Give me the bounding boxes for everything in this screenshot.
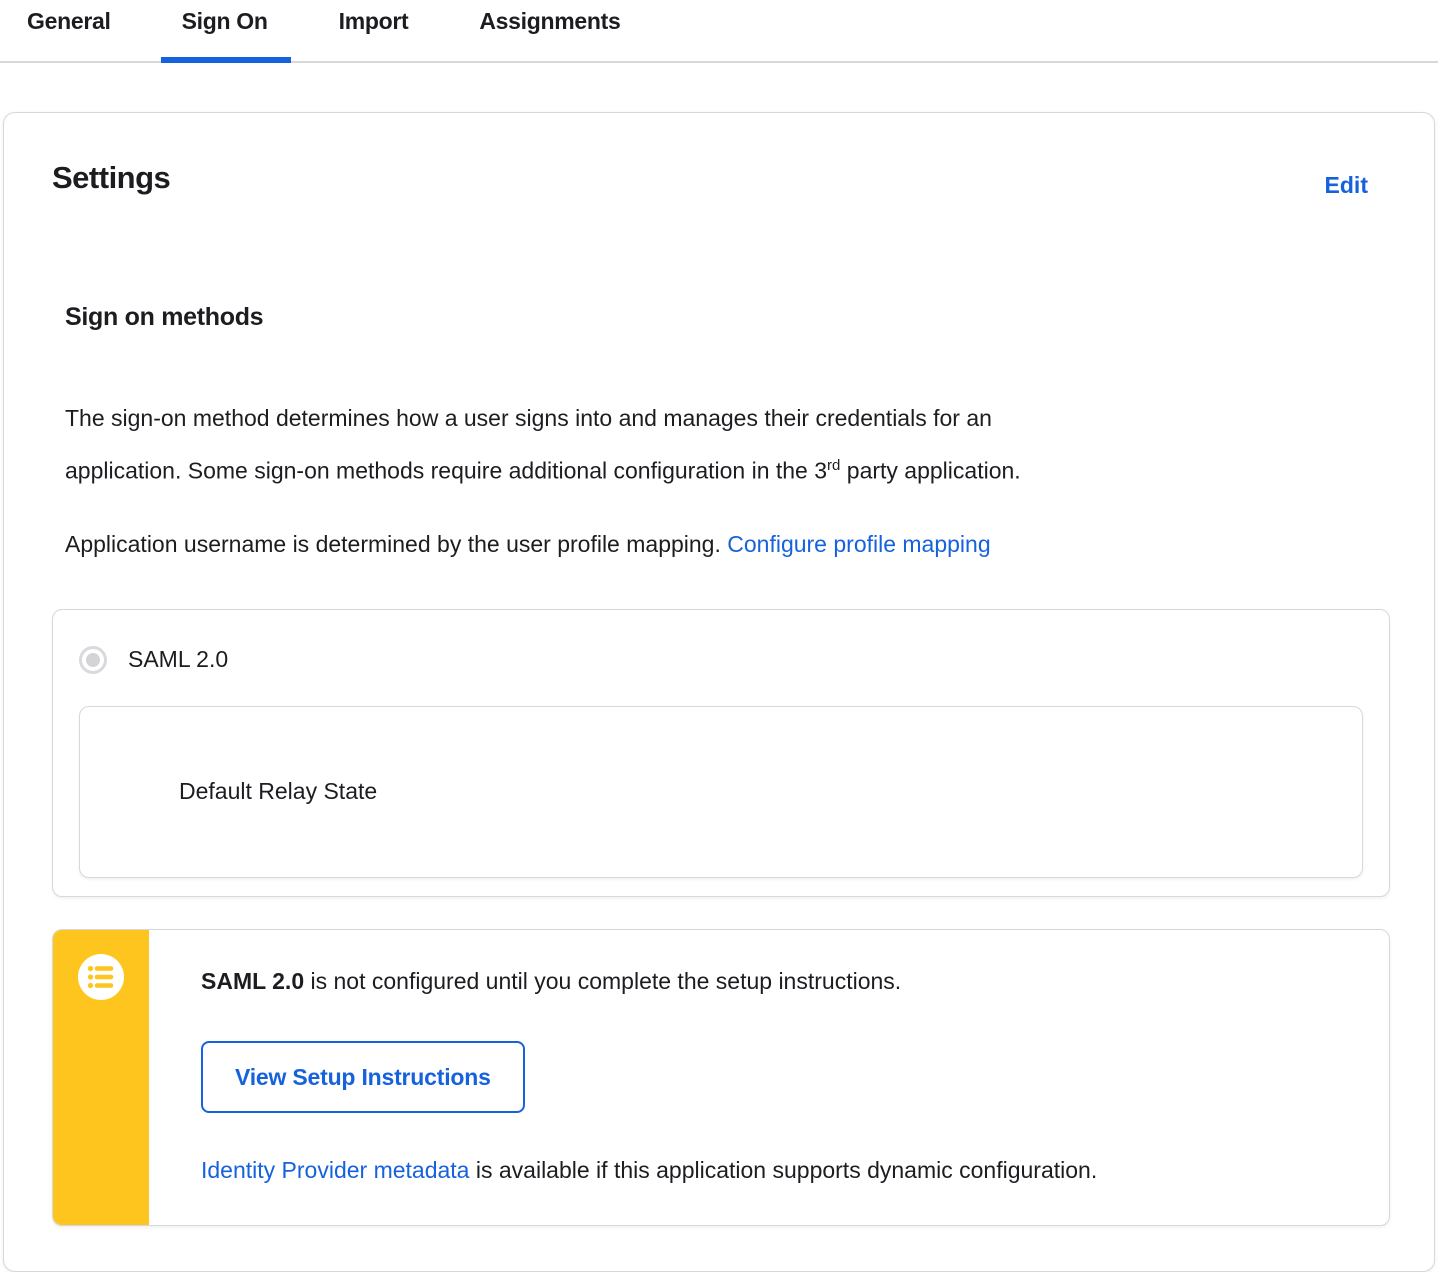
list-icon xyxy=(78,953,124,1000)
callout-message: SAML 2.0 is not configured until you com… xyxy=(201,966,1349,996)
tab-import[interactable]: Import xyxy=(339,0,409,61)
saml-setup-callout: SAML 2.0 is not configured until you com… xyxy=(52,928,1390,1226)
sign-on-methods-description: The sign-on method determines how a user… xyxy=(65,394,1355,495)
description-line2-post: party application. xyxy=(840,457,1021,484)
tab-sign-on[interactable]: Sign On xyxy=(160,0,291,63)
settings-card-header: Settings Edit xyxy=(52,160,1390,199)
saml-option-box: SAML 2.0 Default Relay State xyxy=(52,608,1390,897)
default-relay-state-label: Default Relay State xyxy=(179,778,378,805)
metadata-line-rest: is available if this application support… xyxy=(469,1156,1098,1183)
sign-on-methods-heading: Sign on methods xyxy=(65,303,264,331)
metadata-line: Identity Provider metadata is available … xyxy=(201,1155,1349,1185)
edit-link[interactable]: Edit xyxy=(1325,172,1368,199)
saml-radio-label: SAML 2.0 xyxy=(128,646,229,673)
tab-assignments[interactable]: Assignments xyxy=(479,0,620,61)
description-line2-pre: application. Some sign-on methods requir… xyxy=(65,457,828,484)
description-superscript: rd xyxy=(827,457,841,474)
username-mapping-text: Application username is determined by th… xyxy=(65,520,1355,568)
callout-warning-stripe xyxy=(53,929,149,1225)
description-line1: The sign-on method determines how a user… xyxy=(65,405,992,431)
default-relay-state-field: Default Relay State xyxy=(79,705,1363,878)
settings-card: Settings Edit Sign on methods The sign-o… xyxy=(3,112,1435,1272)
tab-general[interactable]: General xyxy=(27,0,111,61)
app-tabbar: General Sign On Import Assignments xyxy=(0,0,1438,63)
identity-provider-metadata-link[interactable]: Identity Provider metadata xyxy=(201,1157,469,1183)
page-title: Settings xyxy=(52,160,171,195)
callout-body: SAML 2.0 is not configured until you com… xyxy=(149,930,1389,1225)
saml-radio-dot xyxy=(86,652,100,667)
username-mapping-static: Application username is determined by th… xyxy=(65,530,728,557)
saml-radio-row: SAML 2.0 xyxy=(79,645,1363,674)
saml-radio-button[interactable] xyxy=(79,645,107,674)
callout-message-bold: SAML 2.0 xyxy=(201,967,305,994)
view-setup-instructions-button[interactable]: View Setup Instructions xyxy=(201,1040,525,1113)
callout-message-rest: is not configured until you complete the… xyxy=(304,967,902,994)
configure-profile-mapping-link[interactable]: Configure profile mapping xyxy=(727,531,990,557)
